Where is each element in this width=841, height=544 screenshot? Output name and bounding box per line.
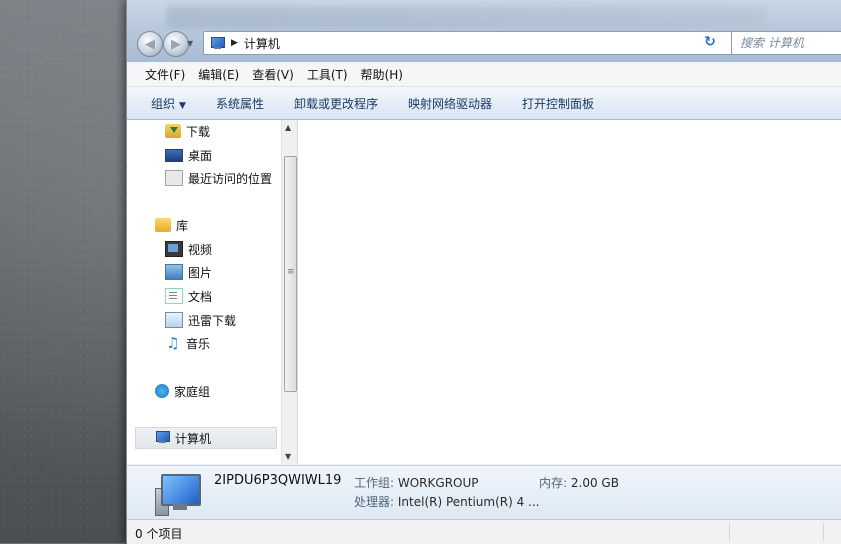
sidebar-item-pictures[interactable]: 图片: [165, 261, 297, 283]
status-bar: 0 个项目: [127, 519, 841, 544]
memory-label: 内存:: [539, 476, 568, 490]
search-input[interactable]: [738, 35, 841, 51]
menu-file[interactable]: 文件(F): [145, 66, 185, 83]
uninstall-program-button[interactable]: 卸载或更改程序: [294, 95, 378, 112]
back-button[interactable]: ◀: [137, 31, 163, 57]
sidebar-item-documents[interactable]: 文档: [165, 285, 297, 307]
computer-name: 2IPDU6P3QWIWL19: [214, 473, 342, 488]
recent-places-icon: [165, 170, 183, 186]
item-count: 0 个项目: [135, 527, 183, 541]
computer-large-icon: [155, 474, 201, 516]
title-bar: ◀ ▶ ▼ ▶ 计算机 ▼ ↻: [127, 0, 841, 62]
grip-icon: ≡: [287, 267, 295, 277]
menu-bar: 文件(F) 编辑(E) 查看(V) 工具(T) 帮助(H): [127, 62, 841, 87]
music-icon: ♫: [166, 334, 180, 352]
pictures-icon: [165, 264, 183, 280]
processor-label: 处理器:: [354, 495, 395, 509]
organize-button[interactable]: 组织 ▼: [151, 95, 186, 112]
sidebar-item-label: 音乐: [186, 336, 211, 351]
explorer-window: ◀ ▶ ▼ ▶ 计算机 ▼ ↻ 文件(F) 编辑(E) 查看(V) 工具(T) …: [126, 0, 841, 544]
thunder-download-icon: [165, 312, 183, 328]
sidebar-item-recent-places[interactable]: 最近访问的位置: [165, 167, 285, 189]
sidebar-item-label: 下载: [186, 124, 211, 139]
sidebar-item-label: 桌面: [188, 148, 213, 163]
address-bar[interactable]: ▶ 计算机 ▼: [203, 31, 751, 55]
menu-help[interactable]: 帮助(H): [361, 66, 403, 83]
details-pane: 2IPDU6P3QWIWL19 工作组: WORKGROUP 内存: 2.00 …: [127, 465, 841, 520]
chevron-down-icon: ▼: [179, 100, 186, 111]
menu-tools[interactable]: 工具(T): [307, 66, 348, 83]
breadcrumb-chevron-icon[interactable]: ▶: [231, 38, 238, 48]
system-properties-button[interactable]: 系统属性: [216, 95, 264, 112]
refresh-icon: ↻: [704, 34, 716, 50]
scroll-down-icon[interactable]: ▼: [285, 452, 291, 461]
library-icon: [155, 218, 171, 232]
workgroup-label: 工作组:: [354, 476, 395, 490]
sidebar-item-desktop[interactable]: 桌面: [165, 144, 297, 166]
homegroup-icon: [155, 384, 169, 398]
sidebar-item-label: 计算机: [175, 431, 212, 446]
breadcrumb-computer[interactable]: 计算机: [244, 35, 280, 52]
sidebar-item-computer[interactable]: 计算机: [135, 427, 277, 449]
sidebar-item-libraries[interactable]: 库: [155, 214, 297, 236]
sidebar-item-videos[interactable]: 视频: [165, 238, 297, 260]
workgroup-value: WORKGROUP: [397, 476, 479, 490]
video-icon: [165, 241, 183, 257]
forward-arrow-icon: ▶: [171, 36, 181, 52]
sidebar-item-label: 视频: [188, 242, 213, 257]
menu-view[interactable]: 查看(V): [252, 66, 294, 83]
map-network-drive-button[interactable]: 映射网络驱动器: [408, 95, 492, 112]
sidebar-item-label: 迅雷下载: [188, 313, 237, 328]
forward-button[interactable]: ▶: [163, 31, 189, 57]
recent-pages-dropdown-icon[interactable]: ▼: [187, 39, 193, 48]
scroll-up-icon[interactable]: ▲: [285, 123, 291, 132]
menu-edit[interactable]: 编辑(E): [198, 66, 239, 83]
processor-value: Intel(R) Pentium(R) 4 ...: [397, 495, 540, 509]
sidebar-item-homegroup[interactable]: 家庭组: [155, 380, 297, 402]
documents-icon: [165, 288, 183, 304]
memory-value: 2.00 GB: [570, 476, 619, 490]
computer-icon: [154, 431, 170, 445]
back-arrow-icon: ◀: [145, 36, 155, 52]
status-divider: [729, 523, 730, 541]
processor-info: 处理器: Intel(R) Pentium(R) 4 ...: [354, 493, 540, 510]
navigation-pane: 下载 桌面 最近访问的位置 库 视频 图片 文档 迅雷下载 ♫ 音乐 家庭组 计…: [127, 120, 298, 464]
open-control-panel-button[interactable]: 打开控制面板: [522, 95, 594, 112]
blurred-background-window: [167, 6, 767, 28]
desktop-icon: [165, 148, 183, 162]
sidebar-item-downloads[interactable]: 下载: [165, 120, 297, 142]
sidebar-item-label: 图片: [188, 265, 213, 280]
sidebar-item-thunder-downloads[interactable]: 迅雷下载: [165, 309, 297, 331]
sidebar-item-label: 家庭组: [174, 384, 211, 399]
sidebar-item-label: 文档: [188, 289, 213, 304]
download-icon: [165, 124, 181, 138]
computer-icon: [209, 36, 225, 50]
status-divider: [823, 523, 824, 541]
memory-info: 内存: 2.00 GB: [539, 474, 619, 491]
file-list-pane[interactable]: [298, 120, 841, 464]
navigation-scrollbar[interactable]: ▲ ≡ ▼: [281, 120, 297, 464]
organize-label: 组织: [151, 96, 176, 111]
scrollbar-thumb[interactable]: ≡: [284, 156, 297, 392]
search-box[interactable]: [731, 31, 841, 55]
workgroup-info: 工作组: WORKGROUP: [354, 474, 479, 491]
sidebar-item-music[interactable]: ♫ 音乐: [165, 332, 297, 354]
sidebar-item-label: 库: [176, 218, 189, 233]
command-bar: 组织 ▼ 系统属性 卸载或更改程序 映射网络驱动器 打开控制面板: [127, 87, 841, 120]
sidebar-item-label: 最近访问的位置: [188, 171, 273, 186]
refresh-button[interactable]: ↻: [697, 31, 723, 53]
